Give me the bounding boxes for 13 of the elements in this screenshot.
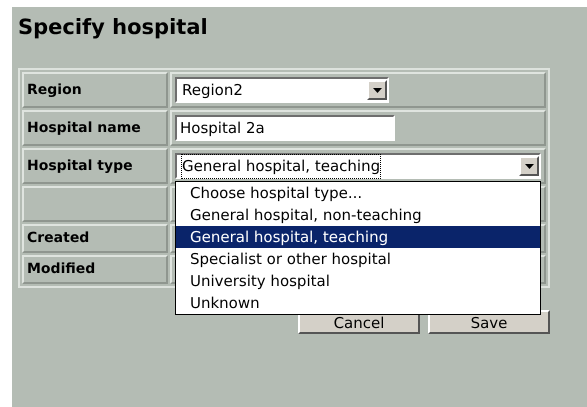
dropdown-option[interactable]: General hospital, non-teaching [176, 204, 540, 226]
field-label: Created [27, 230, 90, 246]
field-label: Hospital type [27, 158, 133, 174]
dropdown-option[interactable]: Choose hospital type... [176, 182, 540, 204]
dropdown-option[interactable]: General hospital, teaching [176, 226, 540, 248]
text-field[interactable]: Hospital 2a [175, 115, 395, 142]
field-label: Modified [27, 261, 96, 278]
dropdown-option[interactable]: University hospital [176, 270, 540, 292]
field-label: Region [27, 82, 82, 98]
dropdown-field[interactable]: Region2 [175, 77, 389, 104]
page-title: Specify hospital [18, 14, 209, 41]
dropdown-option[interactable]: Specialist or other hospital [176, 248, 540, 270]
field-label: Hospital name [27, 120, 141, 136]
